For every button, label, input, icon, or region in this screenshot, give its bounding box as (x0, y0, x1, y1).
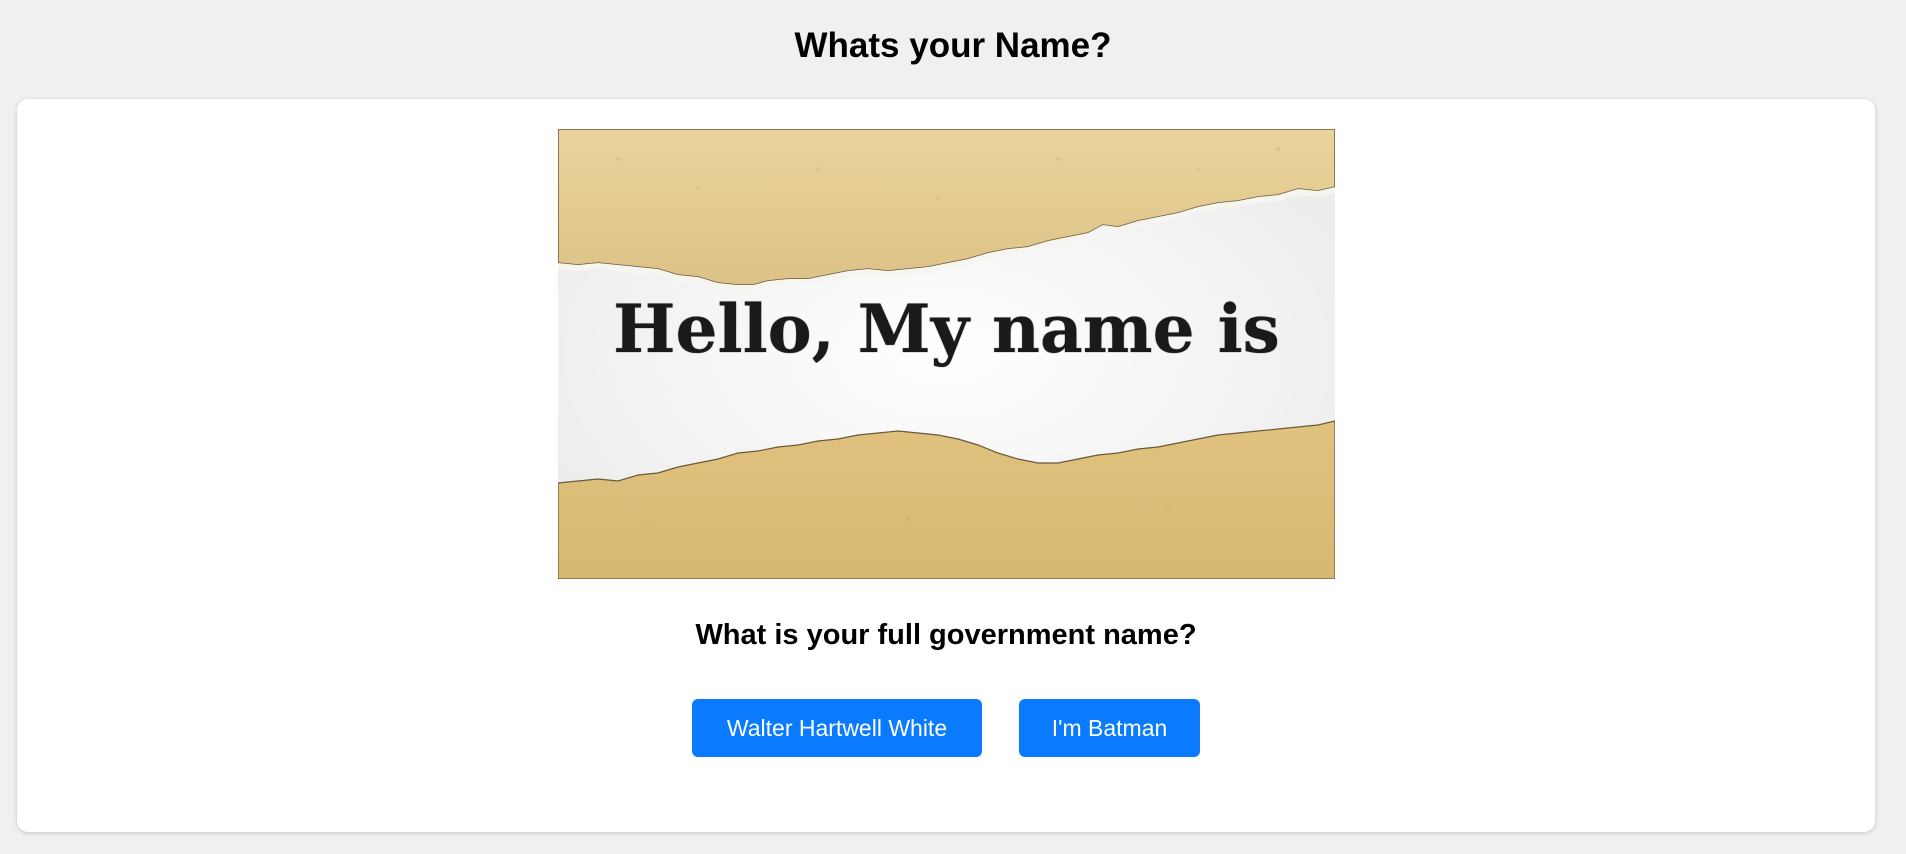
hero-image-caption: Hello, My name is (613, 290, 1280, 368)
question-card: Hello, My name is What is your full gove… (17, 99, 1875, 832)
hello-name-image: Hello, My name is (558, 129, 1335, 579)
answer-button-walter[interactable]: Walter Hartwell White (692, 699, 982, 757)
page-title: Whats your Name? (794, 26, 1112, 65)
question-text: What is your full government name? (695, 619, 1197, 651)
answer-button-batman[interactable]: I'm Batman (1019, 699, 1200, 757)
